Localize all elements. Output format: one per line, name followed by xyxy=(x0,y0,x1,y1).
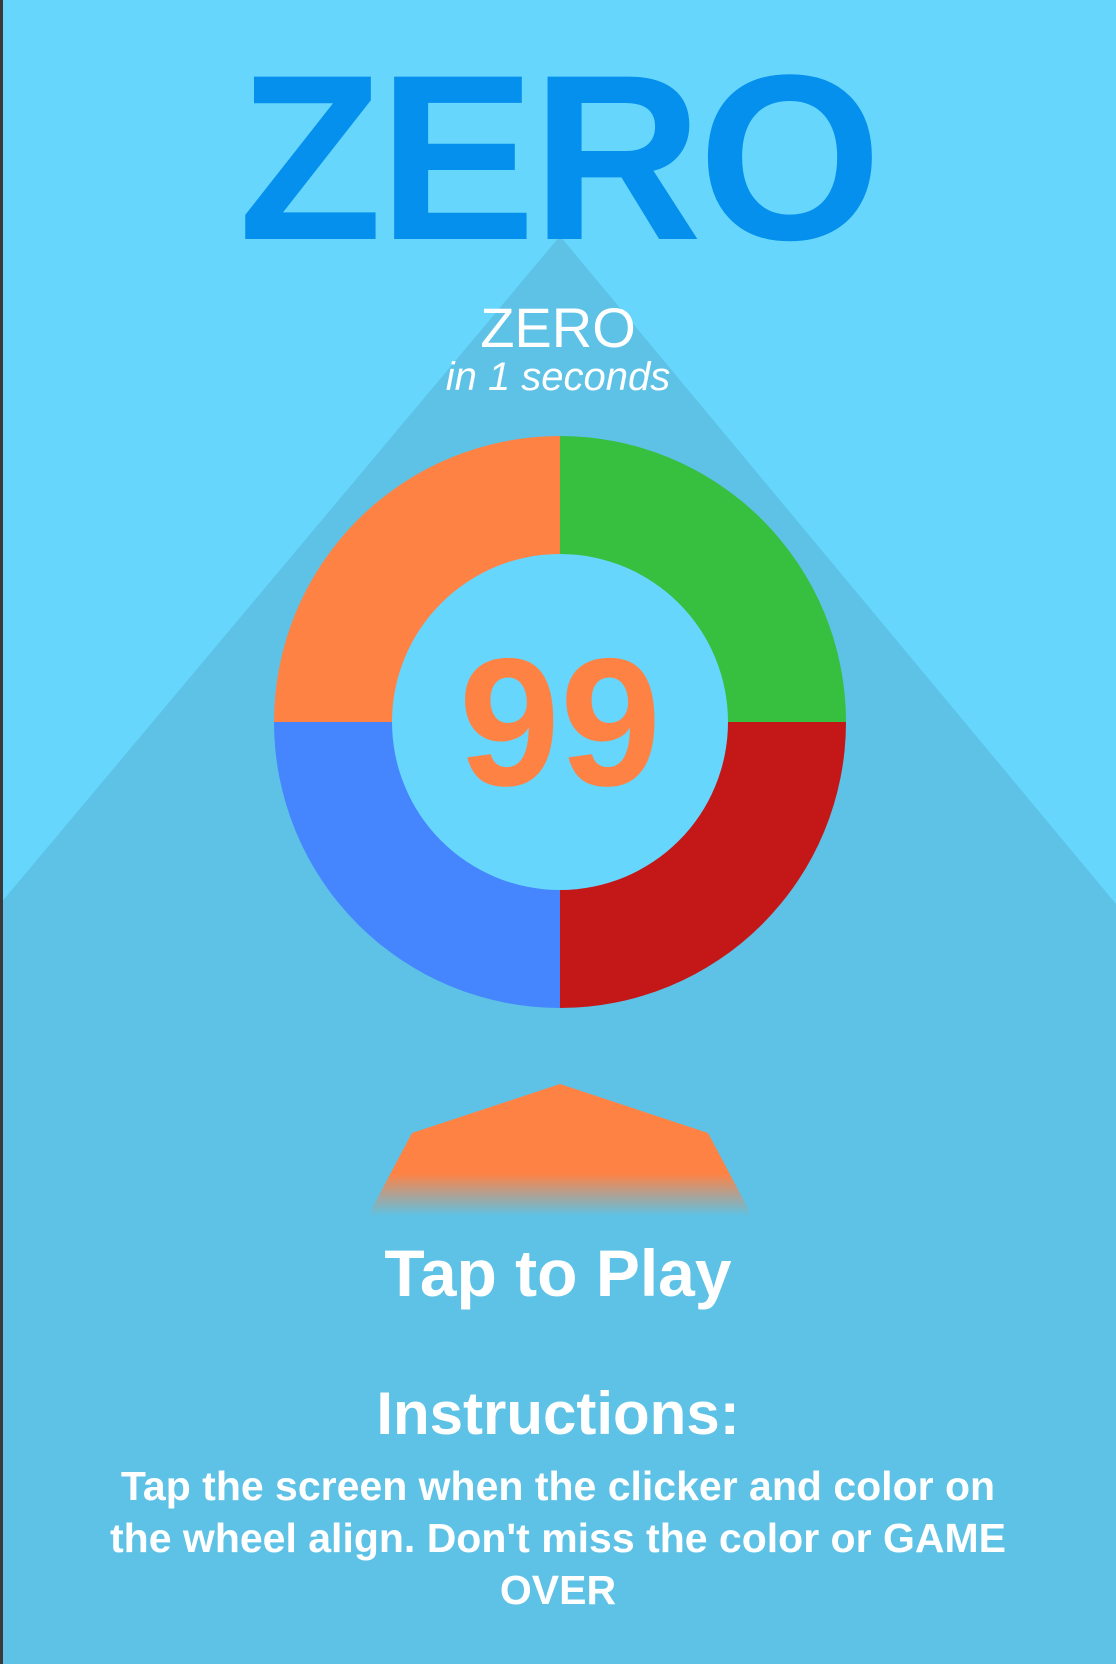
mode-label: ZERO xyxy=(480,296,636,359)
countdown-counter: 99 xyxy=(459,620,661,824)
mode-caption: in 1 seconds xyxy=(445,355,671,399)
tap-to-play-button[interactable]: Tap to Play xyxy=(0,1240,1116,1306)
game-title: ZERO xyxy=(238,26,882,290)
instructions-text: Tap the screen when the clicker and colo… xyxy=(110,1463,1006,1613)
game-screen[interactable]: 99 ZERO ZERO in 1 seconds Tap to Play In… xyxy=(0,0,1116,1664)
instructions-heading: Instructions: xyxy=(376,1380,740,1447)
